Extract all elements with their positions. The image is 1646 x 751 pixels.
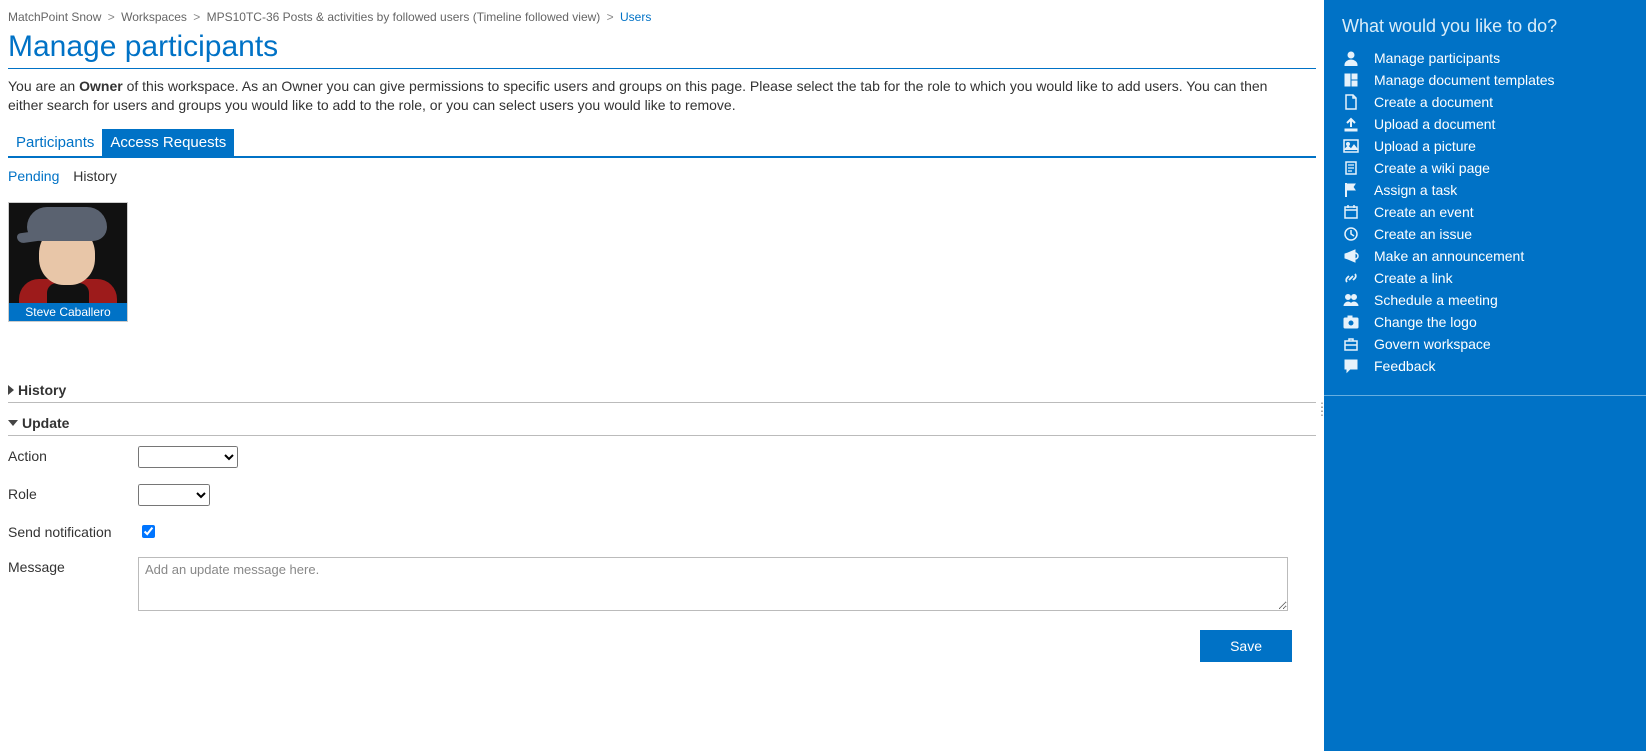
megaphone-icon: [1342, 248, 1360, 264]
sidebar-action-label: Upload a picture: [1374, 138, 1476, 154]
action-select[interactable]: [138, 446, 238, 468]
flag-icon: [1342, 182, 1360, 198]
save-button[interactable]: Save: [1200, 630, 1292, 662]
breadcrumb-current: Users: [620, 10, 651, 24]
section-history-label: History: [18, 382, 66, 398]
sidebar-action-label: Manage participants: [1374, 50, 1500, 66]
sidebar-action-create-an-issue[interactable]: Create an issue: [1342, 223, 1628, 245]
templates-icon: [1342, 72, 1360, 88]
sidebar-action-govern-workspace[interactable]: Govern workspace: [1342, 333, 1628, 355]
section-update-label: Update: [22, 415, 69, 431]
sidebar-action-manage-document-templates[interactable]: Manage document templates: [1342, 69, 1628, 91]
role-select[interactable]: [138, 484, 210, 506]
sidebar-action-label: Manage document templates: [1374, 72, 1555, 88]
sidebar-action-assign-a-task[interactable]: Assign a task: [1342, 179, 1628, 201]
subtab-pending[interactable]: Pending: [8, 168, 59, 184]
link-icon: [1342, 270, 1360, 286]
page-title: Manage participants: [8, 30, 1316, 64]
briefcase-icon: [1342, 336, 1360, 352]
sidebar-title: What would you like to do?: [1342, 16, 1628, 37]
user-name: Steve Caballero: [9, 303, 127, 321]
send-notification-label: Send notification: [8, 522, 138, 540]
people-icon: [1342, 292, 1360, 308]
caret-right-icon: [8, 385, 14, 395]
section-history-header[interactable]: History: [8, 380, 1316, 402]
breadcrumb-item[interactable]: MPS10TC-36 Posts & activities by followe…: [207, 10, 601, 24]
clock-icon: [1342, 226, 1360, 242]
wiki-icon: [1342, 160, 1360, 176]
message-textarea[interactable]: [138, 557, 1288, 611]
sidebar-action-schedule-a-meeting[interactable]: Schedule a meeting: [1342, 289, 1628, 311]
sidebar-action-create-a-link[interactable]: Create a link: [1342, 267, 1628, 289]
breadcrumb-root[interactable]: MatchPoint Snow: [8, 10, 101, 24]
breadcrumb: MatchPoint Snow > Workspaces > MPS10TC-3…: [8, 8, 1316, 26]
sidebar-action-make-an-announcement[interactable]: Make an announcement: [1342, 245, 1628, 267]
action-label: Action: [8, 446, 138, 464]
section-divider: [8, 435, 1316, 436]
sidebar-action-feedback[interactable]: Feedback: [1342, 355, 1628, 377]
sidebar: ⋮⋮ What would you like to do? Manage par…: [1324, 0, 1646, 751]
upload-icon: [1342, 116, 1360, 132]
sidebar-action-label: Make an announcement: [1374, 248, 1524, 264]
sidebar-action-label: Change the logo: [1374, 314, 1477, 330]
sidebar-action-label: Assign a task: [1374, 182, 1457, 198]
picture-icon: [1342, 138, 1360, 154]
tabs: Participants Access Requests: [8, 129, 1316, 158]
sidebar-action-label: Govern workspace: [1374, 336, 1491, 352]
sidebar-action-label: Schedule a meeting: [1374, 292, 1498, 308]
resize-handle[interactable]: ⋮⋮: [1316, 405, 1329, 413]
sidebar-action-upload-a-picture[interactable]: Upload a picture: [1342, 135, 1628, 157]
calendar-icon: [1342, 204, 1360, 220]
sidebar-action-create-a-wiki-page[interactable]: Create a wiki page: [1342, 157, 1628, 179]
sidebar-action-label: Create an event: [1374, 204, 1474, 220]
sidebar-action-label: Upload a document: [1374, 116, 1495, 132]
sidebar-action-label: Feedback: [1374, 358, 1435, 374]
title-divider: [8, 68, 1316, 69]
comment-icon: [1342, 358, 1360, 374]
tab-participants[interactable]: Participants: [8, 129, 102, 156]
caret-down-icon: [8, 420, 18, 426]
sidebar-action-upload-a-document[interactable]: Upload a document: [1342, 113, 1628, 135]
intro-rest: of this workspace. As an Owner you can g…: [8, 78, 1267, 113]
sidebar-action-label: Create a link: [1374, 270, 1453, 286]
user-card[interactable]: Steve Caballero: [8, 202, 128, 322]
sidebar-action-manage-participants[interactable]: Manage participants: [1342, 47, 1628, 69]
role-label: Role: [8, 484, 138, 502]
message-label: Message: [8, 557, 138, 575]
tab-access-requests[interactable]: Access Requests: [102, 129, 234, 156]
section-update-header[interactable]: Update: [8, 413, 1316, 435]
sidebar-action-change-the-logo[interactable]: Change the logo: [1342, 311, 1628, 333]
document-icon: [1342, 94, 1360, 110]
breadcrumb-workspaces[interactable]: Workspaces: [121, 10, 187, 24]
subtab-history[interactable]: History: [73, 168, 117, 184]
sidebar-action-label: Create a wiki page: [1374, 160, 1490, 176]
intro-text: You are an Owner of this workspace. As a…: [8, 77, 1288, 115]
user-icon: [1342, 50, 1360, 66]
sidebar-divider: [1324, 395, 1646, 396]
camera-icon: [1342, 314, 1360, 330]
sidebar-action-label: Create a document: [1374, 94, 1493, 110]
send-notification-checkbox[interactable]: [142, 525, 155, 538]
sidebar-action-list: Manage participants Manage document templ…: [1342, 47, 1628, 377]
intro-role: Owner: [79, 78, 123, 94]
intro-prefix: You are an: [8, 78, 79, 94]
sidebar-action-create-an-event[interactable]: Create an event: [1342, 201, 1628, 223]
sidebar-action-create-a-document[interactable]: Create a document: [1342, 91, 1628, 113]
section-divider: [8, 402, 1316, 403]
sidebar-action-label: Create an issue: [1374, 226, 1472, 242]
user-photo: [9, 203, 127, 303]
subtabs: Pending History: [8, 168, 1316, 184]
